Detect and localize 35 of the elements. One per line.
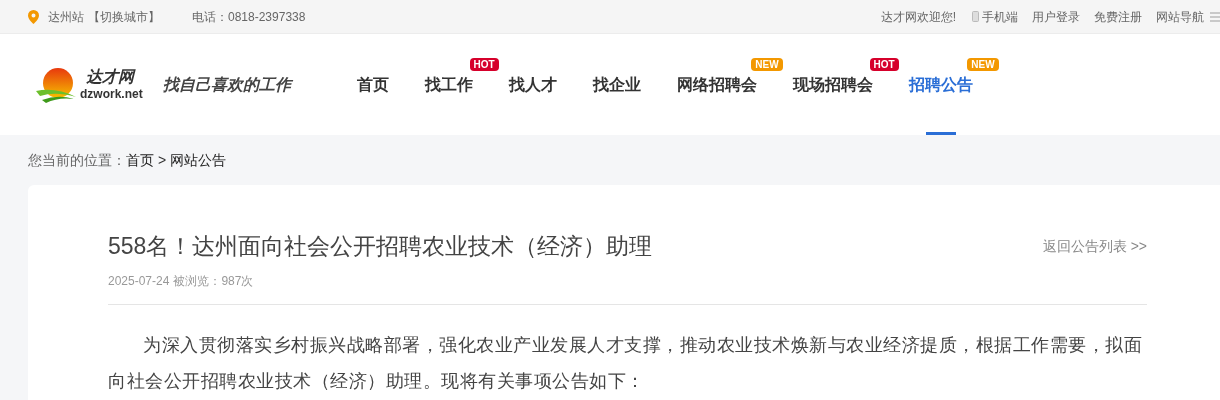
breadcrumb-link[interactable]: 网站公告 xyxy=(170,149,227,171)
phone-icon xyxy=(972,11,979,22)
hot-badge: HOT xyxy=(469,58,499,71)
station-label: 达州站 xyxy=(48,8,84,26)
new-badge: NEW xyxy=(751,58,783,71)
back-link[interactable]: 返回公告列表 >> xyxy=(1042,235,1147,257)
nav-tab[interactable]: HOT 找工作 xyxy=(414,34,499,135)
nav-tab[interactable]: 首页 xyxy=(346,34,415,135)
top-link[interactable]: 网站导航 xyxy=(1156,7,1204,26)
sun-logo-icon xyxy=(36,66,78,103)
logo-domain: dzwork.net xyxy=(80,88,143,100)
top-link[interactable]: 手机端 xyxy=(972,7,1018,26)
breadcrumb-link[interactable]: 首页 xyxy=(126,149,154,171)
breadcrumb-prefix: 您当前的位置： xyxy=(28,150,126,170)
nav-tab[interactable]: NEW 招聘公告 xyxy=(898,34,999,135)
top-link[interactable]: 用户登录 xyxy=(1032,7,1080,26)
view-count: 被浏览：987次 xyxy=(173,272,254,290)
new-badge: NEW xyxy=(967,58,999,71)
menu-icon[interactable] xyxy=(1210,11,1220,22)
article-title: 558名！达州面向社会公开招聘农业技术（经济）助理 xyxy=(108,232,653,261)
article-date: 2025-07-24 xyxy=(108,272,170,290)
nav-tab[interactable]: 找企业 xyxy=(582,34,667,135)
logo-name: 达才网 xyxy=(86,69,137,85)
article-paragraph: 为深入贯彻落实乡村振兴战略部署，强化农业产业发展人才支撑，推动农业技术焕新与农业经济提质，根据工作需要，拟面向社会公开招聘农业技术（经济）助理。现将有关事项公告如下： xyxy=(108,333,1143,393)
nav-tab[interactable]: HOT 现场招聘会 xyxy=(782,34,899,135)
welcome-text: 达才网欢迎您! xyxy=(880,8,956,26)
switch-city-link[interactable]: 【切换城市】 xyxy=(88,7,160,26)
phone-text: 电话：0818-2397338 xyxy=(192,8,306,26)
breadcrumb-separator: > xyxy=(158,150,167,170)
hot-badge: HOT xyxy=(869,58,899,71)
slogan: 找自己喜欢的工作 xyxy=(162,74,291,95)
nav-tab[interactable]: 找人才 xyxy=(498,34,583,135)
nav-tab[interactable]: NEW 网络招聘会 xyxy=(666,34,783,135)
location-pin-icon xyxy=(28,9,39,24)
top-link[interactable]: 免费注册 xyxy=(1094,7,1142,26)
